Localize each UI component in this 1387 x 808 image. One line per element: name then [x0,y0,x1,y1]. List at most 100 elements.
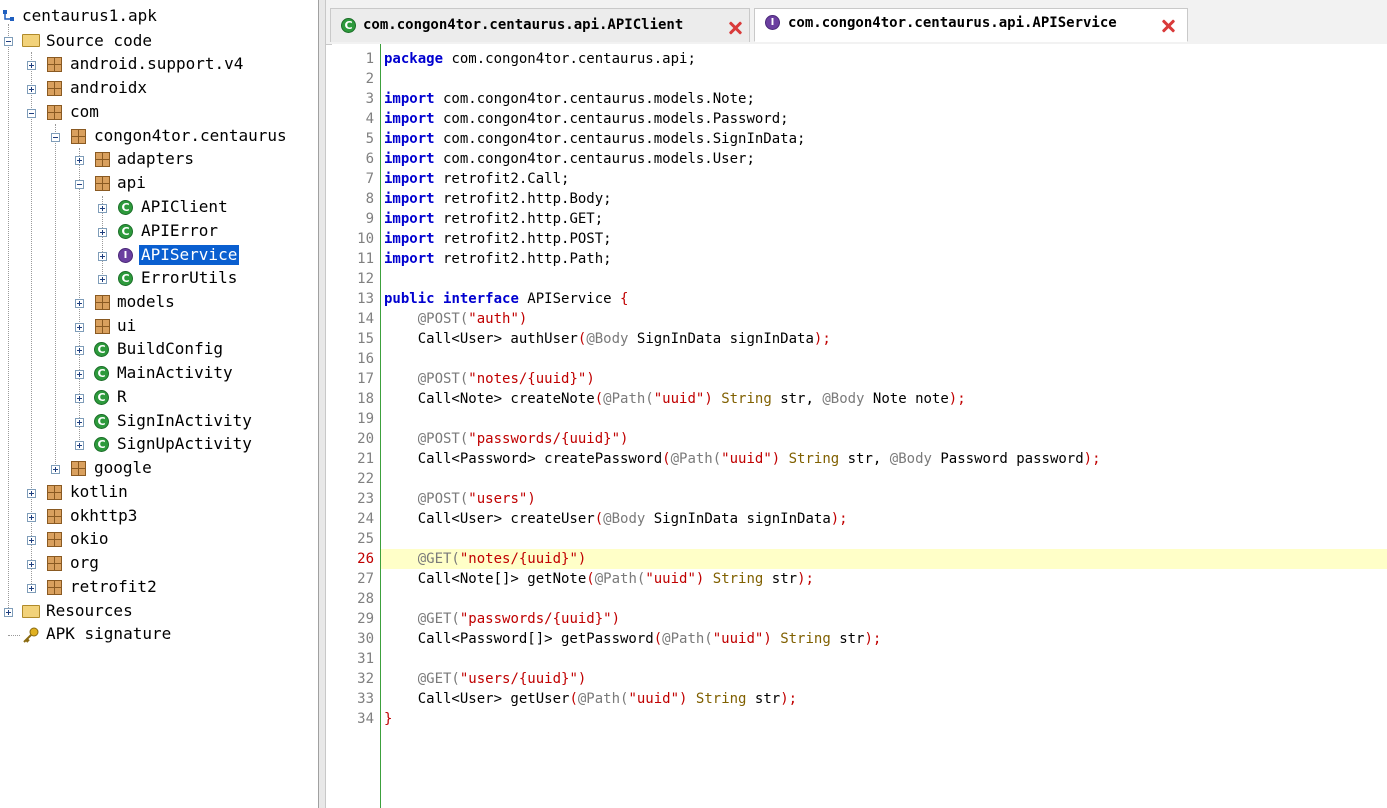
tree-item-label[interactable]: api [115,173,148,193]
code-editor[interactable]: 1 2 3 4 5 6 7 8 9 10 11 12 13 14 15 16 17 18 19 20 21 22 23 24 2… [332,44,1387,808]
tree-item-label[interactable]: APK signature [44,624,173,644]
line-number: 21 [357,451,374,467]
tree-item-label[interactable]: okhttp3 [68,506,139,526]
tree-item-label[interactable]: APIClient [139,197,230,217]
package-icon [47,81,62,96]
tree-item-label[interactable]: adapters [115,149,196,169]
tree-item-label[interactable]: ui [115,316,138,336]
expand-toggle[interactable] [98,252,107,261]
code-line-18[interactable]: Call<Note> createNote(@Path("uuid") Stri… [384,389,966,409]
expand-toggle[interactable] [27,513,36,522]
expand-toggle[interactable] [75,323,84,332]
expand-toggle[interactable] [27,85,36,94]
tree-item-label[interactable]: R [115,387,129,407]
tree-item-label[interactable]: SignUpActivity [115,434,254,454]
code-line-6[interactable]: import com.congon4tor.centaurus.models.U… [384,149,755,169]
tab-label[interactable]: com.congon4tor.centaurus.api.APIClient [363,17,683,33]
code-line-29[interactable]: @GET("passwords/{uuid}") [384,609,620,629]
code-line-9[interactable]: import retrofit2.http.GET; [384,209,603,229]
tree-item-label[interactable]: google [92,458,154,478]
code-line-15[interactable]: Call<User> authUser(@Body SignInData sig… [384,329,831,349]
expand-toggle[interactable] [98,204,107,213]
expand-toggle[interactable] [98,228,107,237]
expand-toggle[interactable] [98,275,107,284]
expand-toggle[interactable] [75,156,84,165]
code-line-14[interactable]: @POST("auth") [384,309,528,329]
code-line-27[interactable]: Call<Note[]> getNote(@Path("uuid") Strin… [384,569,814,589]
expand-toggle[interactable] [27,584,36,593]
tree-item-label[interactable]: Source code [44,31,154,51]
tree-item-label[interactable]: models [115,292,177,312]
close-tab-icon[interactable] [1161,19,1175,33]
tree-item-label[interactable]: APIError [139,221,220,241]
collapse-toggle[interactable] [51,133,60,142]
tab-apiservice[interactable]: I com.congon4tor.centaurus.api.APIServic… [754,8,1188,42]
string: "passwords/{uuid}" [468,431,621,447]
expand-toggle[interactable] [27,61,36,70]
tree-item-label[interactable]: congon4tor.centaurus [92,126,289,146]
expand-toggle[interactable] [51,465,60,474]
expand-toggle[interactable] [27,560,36,569]
expand-toggle[interactable] [27,489,36,498]
expand-toggle[interactable] [75,394,84,403]
expand-toggle[interactable] [4,608,13,617]
code-line-23[interactable]: @POST("users") [384,489,536,509]
collapse-toggle[interactable] [27,109,36,118]
code-line-34[interactable]: } [384,709,392,729]
code-line-20[interactable]: @POST("passwords/{uuid}") [384,429,629,449]
project-tree[interactable]: centaurus1.apk Source code android.suppo… [0,0,318,808]
code-line-21[interactable]: Call<Password> createPassword(@Path("uui… [384,449,1101,469]
tree-root-label[interactable]: centaurus1.apk [20,6,159,26]
string: "users" [468,491,528,507]
code-text: ) [527,491,536,507]
collapse-toggle[interactable] [4,37,13,46]
keyword: import [384,251,435,267]
code-line-32[interactable]: @GET("users/{uuid}") [384,669,587,689]
code-line-10[interactable]: import retrofit2.http.POST; [384,229,612,249]
code-line-7[interactable]: import retrofit2.Call; [384,169,569,189]
code-line-13[interactable]: public interface APIService { [384,289,628,309]
tree-item-label[interactable]: ErrorUtils [139,268,239,288]
tree-item-label[interactable]: BuildConfig [115,339,225,359]
code-text: ( [586,571,595,587]
code-line-33[interactable]: Call<User> getUser(@Path("uuid") String … [384,689,797,709]
code-line-17[interactable]: @POST("notes/{uuid}") [384,369,595,389]
expand-toggle[interactable] [27,536,36,545]
code-line-5[interactable]: import com.congon4tor.centaurus.models.S… [384,129,805,149]
code-text: ) [695,571,705,587]
code-line-30[interactable]: Call<Password[]> getPassword(@Path("uuid… [384,629,882,649]
tab-apiclient[interactable]: C com.congon4tor.centaurus.api.APIClient [330,8,750,42]
tree-item-label[interactable]: retrofit2 [68,577,159,597]
tree-item-label[interactable]: kotlin [68,482,130,502]
expand-toggle[interactable] [75,299,84,308]
tree-item-label-selected[interactable]: APIService [139,245,240,265]
code-line-11[interactable]: import retrofit2.http.Path; [384,249,612,269]
expand-toggle[interactable] [75,346,84,355]
tab-label[interactable]: com.congon4tor.centaurus.api.APIService [788,15,1117,31]
code-line-24[interactable]: Call<User> createUser(@Body SignInData s… [384,509,848,529]
tree-item-label[interactable]: okio [68,529,111,549]
panel-splitter[interactable] [318,0,326,808]
expand-toggle[interactable] [75,441,84,450]
code-line-1[interactable]: package com.congon4tor.centaurus.api; [384,49,696,69]
expand-toggle[interactable] [75,418,84,427]
tree-item-label[interactable]: android.support.v4 [68,54,245,74]
tree-item-label[interactable]: org [68,553,101,573]
code-line-8[interactable]: import retrofit2.http.Body; [384,189,612,209]
tree-item-label[interactable]: androidx [68,78,149,98]
code-text: ) [611,611,621,627]
code-line-4[interactable]: import com.congon4tor.centaurus.models.P… [384,109,789,129]
code-line-26[interactable]: @GET("notes/{uuid}") [384,549,587,569]
expand-toggle[interactable] [75,370,84,379]
tree-item-label[interactable]: com [68,102,101,122]
collapse-toggle[interactable] [75,180,84,189]
code-line-3[interactable]: import com.congon4tor.centaurus.models.N… [384,89,755,109]
tree-item-label[interactable]: SignInActivity [115,411,254,431]
keyword: import [384,151,435,167]
package-icon [47,532,62,547]
code-text: SignInData signInData [645,511,831,527]
tree-item-label[interactable]: MainActivity [115,363,235,383]
tree-item-label[interactable]: Resources [44,601,135,621]
close-tab-icon[interactable] [728,21,742,35]
line-number: 19 [357,411,374,427]
